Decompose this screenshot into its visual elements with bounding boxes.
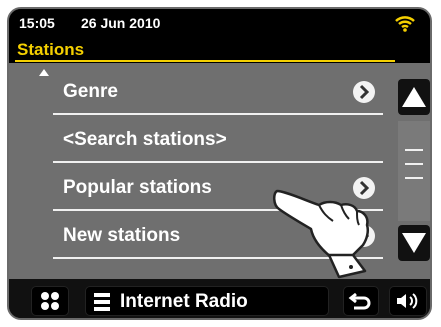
source-label: Internet Radio [120,291,248,312]
volume-icon [397,293,418,309]
back-button[interactable] [343,286,379,316]
scrollbar[interactable] [394,63,430,279]
list-item-label: New stations [63,225,181,246]
source-button[interactable]: Internet Radio [85,286,329,316]
date: 26 Jun 2010 [81,15,161,31]
title-underline [15,60,395,62]
menu-lines-icon [94,293,110,311]
scroll-grip-line [405,177,423,179]
list-item-genre[interactable]: Genre [53,69,389,115]
page-title: Stations [17,40,85,59]
main-menu-button[interactable] [31,286,69,316]
list-top-indicator-icon [39,69,49,76]
chevron-right-icon[interactable] [353,81,375,103]
list-item-label: <Search stations> [63,129,227,150]
scroll-up-icon [402,87,426,107]
list-item-search-stations[interactable]: <Search stations> [53,117,389,163]
divider [53,113,383,115]
scroll-grip-line [405,163,423,165]
scroll-grip-line [405,149,423,151]
scroll-track[interactable] [398,121,430,221]
device-screen: 15:05 26 Jun 2010 Stations Genre <Search… [7,7,432,320]
grid-menu-icon [41,292,59,310]
title-bar: Stations [9,39,430,63]
pointing-hand-icon [273,189,370,279]
bottom-bar: Internet Radio [9,279,430,318]
scroll-up-button[interactable] [398,79,430,115]
status-bar: 15:05 26 Jun 2010 [9,9,430,39]
volume-button[interactable] [389,286,427,316]
scroll-down-button[interactable] [398,225,430,261]
divider [53,161,383,163]
back-icon [348,292,371,310]
scroll-down-icon [402,233,426,253]
wifi-icon [394,13,416,33]
clock: 15:05 [19,15,55,31]
list-item-label: Genre [63,81,118,102]
list-item-label: Popular stations [63,177,212,198]
